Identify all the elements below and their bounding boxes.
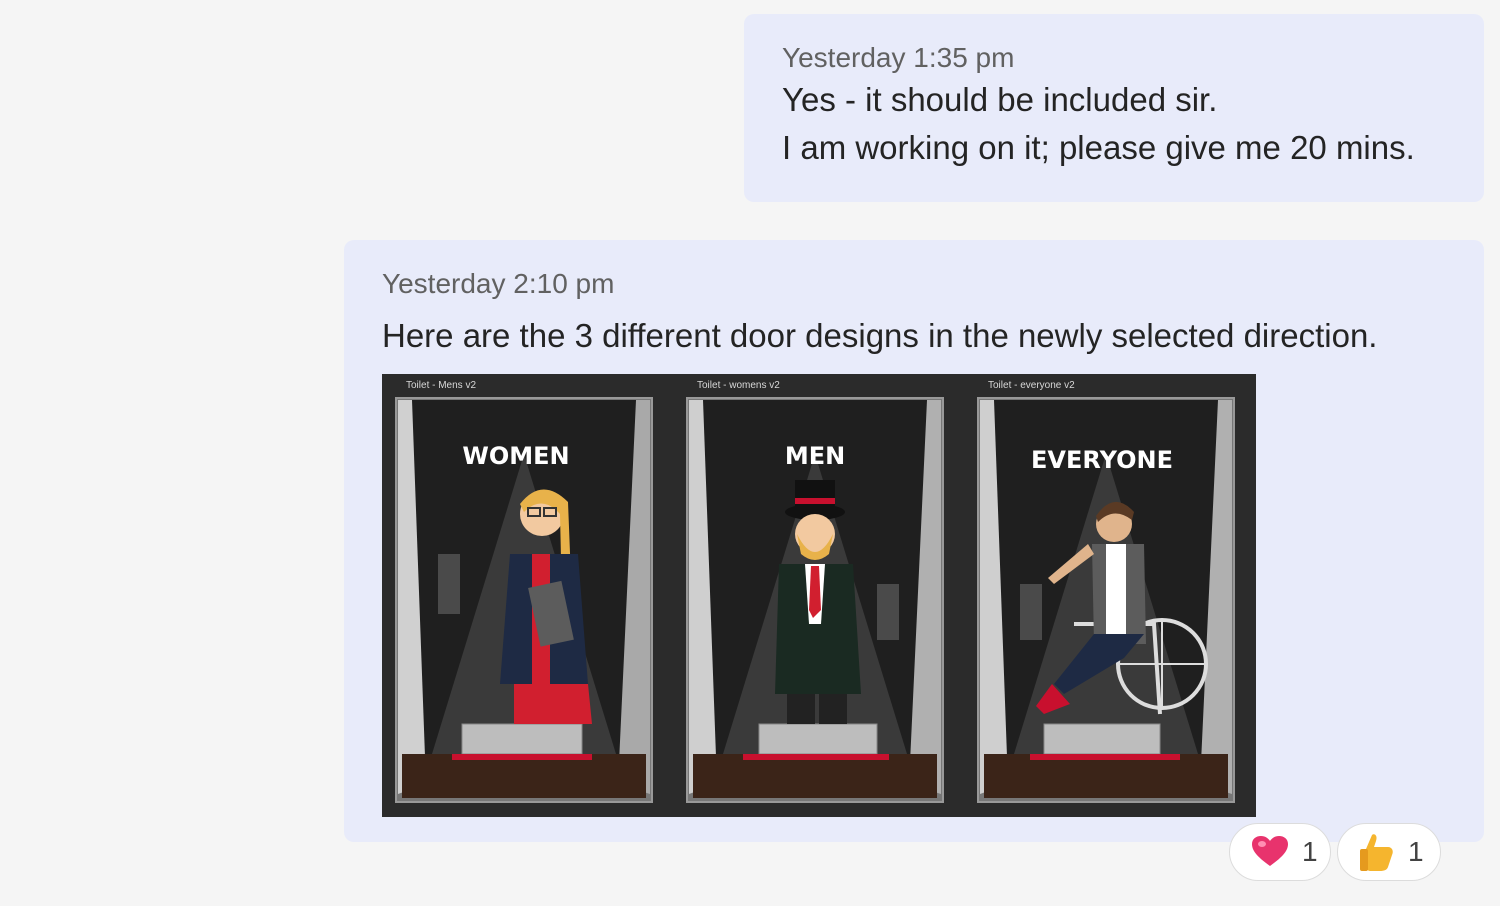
reaction-heart[interactable]: 1 (1229, 823, 1331, 881)
message-bubble[interactable]: Yesterday 2:10 pm Here are the 3 differe… (344, 240, 1484, 842)
message-timestamp: Yesterday 2:10 pm (382, 268, 615, 299)
door-sign-text: MEN (785, 442, 845, 470)
door-illustration-men: MEN (686, 397, 944, 803)
reaction-count: 1 (1408, 836, 1424, 867)
door-illustration-everyone: EVERYONE (977, 397, 1235, 803)
message-bubble[interactable]: Yesterday 1:35 pm Yes - it should be inc… (744, 14, 1484, 202)
reaction-count: 1 (1302, 836, 1318, 867)
door-design-panel: Toilet - womens v2 MEN (683, 374, 955, 817)
door-sign-text: EVERYONE (1031, 446, 1173, 474)
panel-label: Toilet - Mens v2 (406, 380, 477, 391)
message-timestamp: Yesterday 1:35 pm (782, 42, 1015, 73)
door-illustration-women: WOMEN (395, 397, 653, 803)
door-sign-text: WOMEN (462, 442, 569, 470)
heart-icon (1252, 836, 1288, 866)
message-text-line: I am working on it; please give me 20 mi… (782, 129, 1415, 166)
image-attachment[interactable]: Toilet - Mens v2 WOMEN Toilet - womens v… (382, 374, 1256, 817)
thumbs-up-icon (1360, 834, 1393, 871)
reaction-thumbs-up[interactable]: 1 (1337, 823, 1441, 881)
message-text-line: Yes - it should be included sir. (782, 81, 1218, 118)
door-design-panel: Toilet - everyone v2 EVERYONE (974, 374, 1246, 817)
message-text-line: Here are the 3 different door designs in… (382, 317, 1378, 354)
panel-label: Toilet - womens v2 (697, 380, 780, 391)
door-design-panel: Toilet - Mens v2 WOMEN (392, 374, 664, 817)
panel-label: Toilet - everyone v2 (988, 380, 1075, 391)
